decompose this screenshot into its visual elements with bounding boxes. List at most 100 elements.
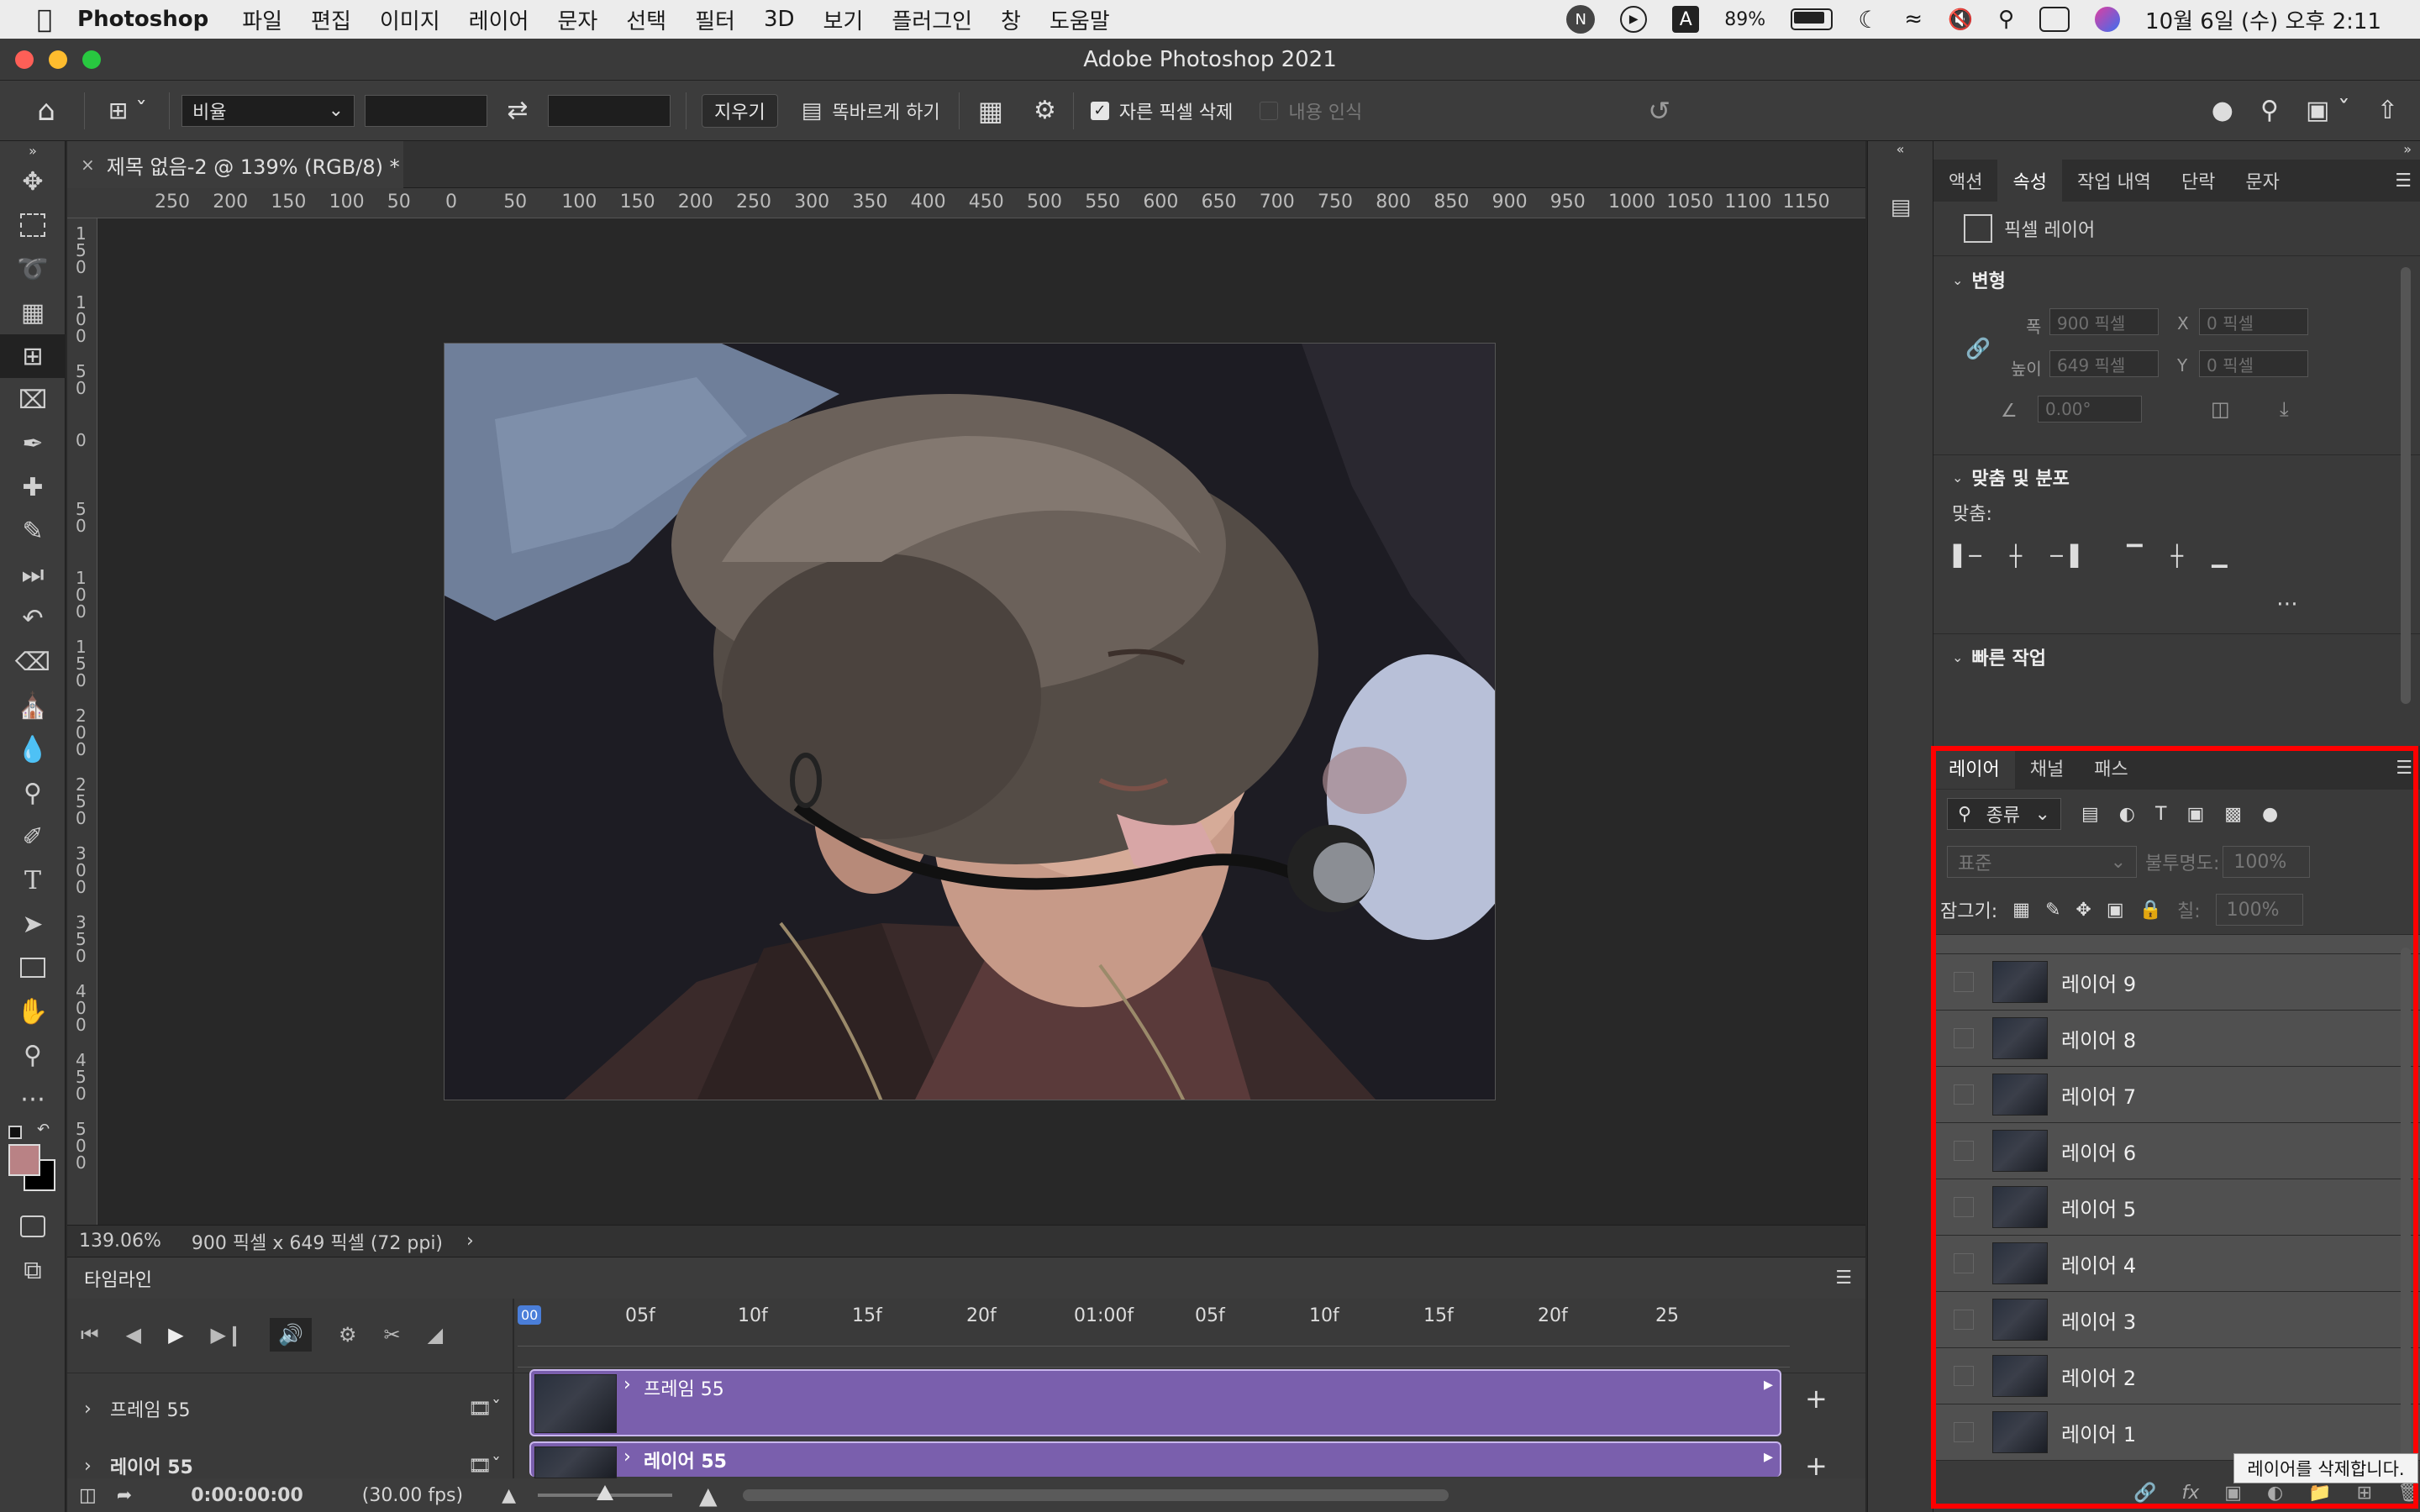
filter-type-icon[interactable]: T [2155,804,2166,825]
visibility-toggle[interactable] [1954,1310,1974,1330]
quick-mask-icon[interactable] [0,1205,66,1248]
menu-layer[interactable]: 레이어 [469,4,529,35]
path-select-tool-icon[interactable]: ➤ [0,902,66,946]
align-left-icon[interactable]: ▌─ [1954,544,1981,568]
layer-name[interactable]: 레이어 7 [2061,1080,2136,1110]
next-frame-icon[interactable]: ▶❙ [211,1323,244,1347]
transform-header[interactable]: ⌄ 변형 [1933,256,2420,303]
link-layers-icon[interactable]: 🔗 [2133,1483,2156,1504]
y-field[interactable]: 0 픽셀 [2199,350,2308,377]
track-row[interactable]: › 프레임 55 🎞ˇ [67,1374,513,1443]
delete-layer-icon[interactable]: 🗑 [2397,1483,2420,1504]
flip-vertical-icon[interactable]: ⤓ [2280,397,2289,421]
crop-tool-icon[interactable]: ⊞ [0,334,66,378]
zoom-window-button[interactable] [82,50,101,69]
visibility-toggle[interactable] [1954,972,1974,992]
opacity-field[interactable]: 100% [2223,846,2311,878]
layer-row[interactable]: 레이어 7 [1933,1067,2420,1123]
tab-layers[interactable]: 레이어 [1933,747,2015,789]
menu-window[interactable]: 창 [1001,4,1021,35]
go-to-first-frame-icon[interactable]: ⏮ [81,1323,99,1347]
collapse-toolbar-icon[interactable]: » [0,141,66,160]
siri-icon[interactable] [2095,7,2121,32]
timeline-clip[interactable]: › 프레임 55 ▸ [529,1369,1781,1436]
timeline-clip[interactable]: › 레이어 55 ▸ [529,1441,1781,1478]
convert-icon[interactable]: ➦ [117,1485,132,1506]
control-center-icon[interactable] [2039,7,2070,32]
brush-tool-icon[interactable]: ✎ [0,509,66,553]
tab-actions[interactable]: 액션 [1933,160,1997,202]
marquee-tool-icon[interactable] [0,203,66,247]
eraser-tool-icon[interactable]: ⌫ [0,640,66,684]
tab-history[interactable]: 작업 내역 [2062,160,2166,202]
ratio-height-input[interactable] [548,94,671,127]
layer-row[interactable]: 레이어 6 [1933,1123,2420,1179]
collapse-panels-icon[interactable]: « [1868,141,1933,157]
more-options-icon[interactable]: ⋯ [2276,591,2298,617]
new-layer-icon[interactable]: ⊞ [2357,1483,2372,1504]
layer-row[interactable]: 레이어 4 [1933,1236,2420,1292]
visibility-toggle[interactable] [1954,1253,1974,1273]
new-group-icon[interactable]: 📁 [2308,1483,2331,1504]
adjustment-layer-icon[interactable]: ◐ [2267,1483,2283,1504]
menu-edit[interactable]: 편집 [311,4,351,35]
layer-name[interactable]: 레이어 5 [2061,1193,2136,1222]
blur-tool-icon[interactable]: 💧 [0,727,66,771]
gear-icon[interactable]: ⚙ [1034,96,1056,125]
panel-menu-icon[interactable]: ☰ [1835,1268,1852,1289]
transition-icon[interactable]: ◢ [428,1323,443,1347]
fx-icon[interactable]: fx [2181,1483,2199,1504]
chevron-down-icon[interactable]: ⌄ [1952,649,1963,665]
lock-position-icon[interactable]: ✥ [2075,900,2091,921]
color-swatches[interactable]: ↶ [0,1121,66,1205]
menu-type[interactable]: 문자 [557,4,597,35]
crop-tool-preset-icon[interactable]: ⊞ ˇ [98,97,157,124]
chevron-down-icon[interactable]: ⌄ [1952,470,1963,486]
scissors-icon[interactable]: ✂ [384,1323,401,1347]
properties-scrollbar[interactable] [2401,267,2411,704]
visibility-toggle[interactable] [1954,1422,1974,1442]
lock-all-icon[interactable]: 🔒 [2139,900,2162,921]
canvas-image[interactable] [444,343,1496,1100]
play-circle-icon[interactable]: ▶ [1620,6,1648,33]
tab-paragraph[interactable]: 단락 [2166,160,2230,202]
x-field[interactable]: 0 픽셀 [2199,308,2308,335]
clip-end-icon[interactable]: ▸ [1764,1374,1773,1395]
align-center-h-icon[interactable]: ┼ [2010,544,2022,568]
layer-row[interactable]: 레이어 9 [1933,954,2420,1011]
workspace-icon[interactable]: ▣ ˇ [2306,96,2350,125]
expand-icon[interactable]: › [623,1446,631,1467]
document-info[interactable]: 900 픽셀 x 649 픽셀 (72 ppi) [192,1228,443,1255]
swap-icon[interactable]: ⇄ [487,96,548,125]
time-ruler[interactable]: 00 05f 10f 15f 20f 01:00f 05f 10f 15f 20… [518,1299,1865,1344]
menu-image[interactable]: 이미지 [380,4,440,35]
flip-horizontal-icon[interactable]: ◫ [2211,397,2230,421]
filter-adjustment-icon[interactable]: ◐ [2119,804,2135,825]
search-icon[interactable]: ⚲ [2260,96,2279,125]
gear-icon[interactable]: ⚙ [339,1323,357,1347]
angle-field[interactable]: 0.00° [2038,396,2142,423]
playhead[interactable]: 00 [518,1305,542,1325]
input-method-icon[interactable]: A [1672,6,1700,33]
layer-name[interactable]: 레이어 3 [2061,1305,2136,1335]
layer-name[interactable]: 레이어 4 [2061,1249,2136,1278]
quick-actions-header[interactable]: ⌄ 빠른 작업 [1933,634,2420,680]
ratio-select[interactable]: 비율 ⌄ [182,94,355,127]
paint-bucket-tool-icon[interactable]: ⛪ [0,684,66,727]
notification-icon[interactable]: N [1566,5,1596,34]
tab-paths[interactable]: 패스 [2079,747,2143,789]
clear-button[interactable]: 지우기 [702,93,778,128]
panel-menu-icon[interactable]: ☰ [2396,758,2412,779]
learn-icon[interactable]: ● [2212,96,2233,125]
menu-3d[interactable]: 3D [764,7,795,32]
film-icon[interactable]: 🎞ˇ [468,1456,501,1477]
timeline-zoom-slider[interactable] [538,1485,673,1500]
menu-filter[interactable]: 필터 [695,4,735,35]
lock-artboard-icon[interactable]: ▣ [2107,900,2124,921]
swap-colors-icon[interactable]: ↶ [37,1121,50,1138]
rectangle-tool-icon[interactable] [0,946,66,990]
film-icon[interactable]: 🎞ˇ [468,1399,501,1420]
layer-row[interactable]: 레이어 8 [1933,1011,2420,1067]
straighten-label[interactable]: 똑바르게 하기 [832,97,939,124]
straighten-icon[interactable]: ▤ [802,98,823,123]
